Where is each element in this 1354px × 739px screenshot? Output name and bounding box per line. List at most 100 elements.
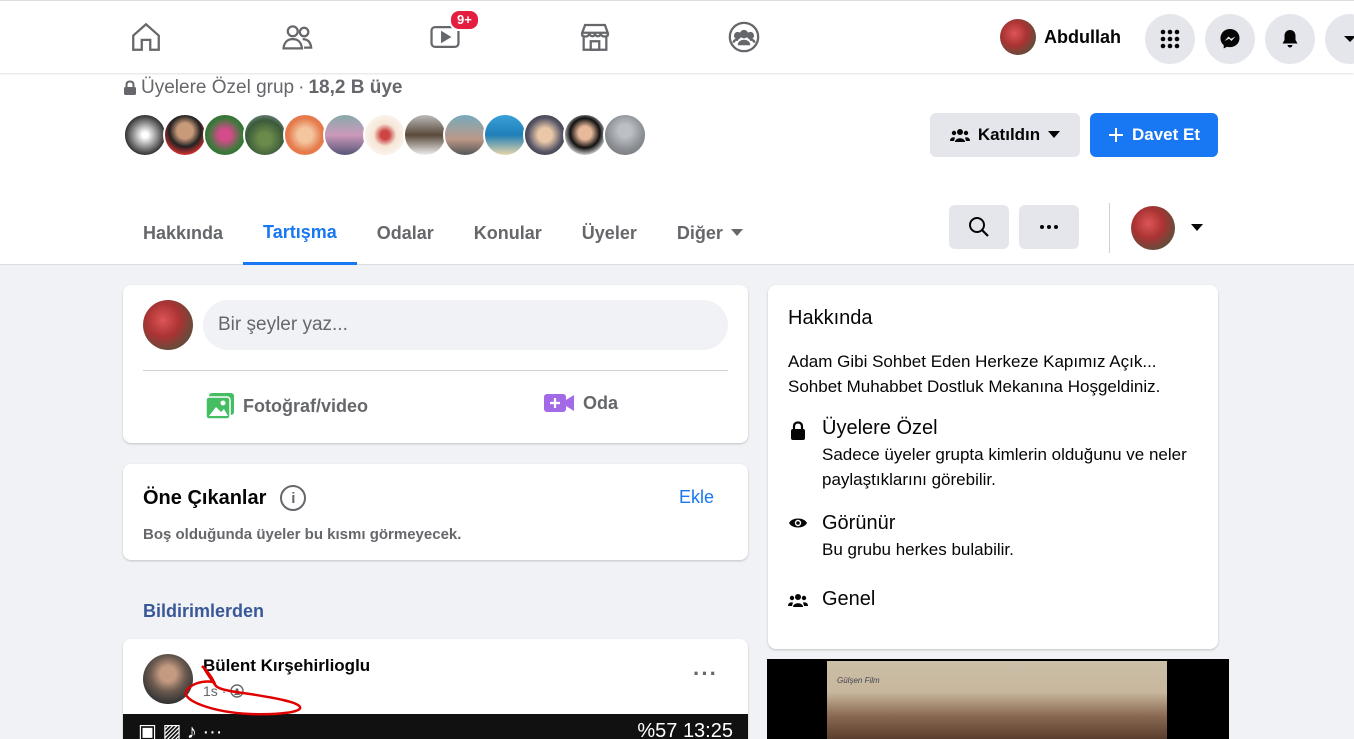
member-avatar[interactable] [483, 113, 527, 157]
video-frame: Gülşen Film [827, 661, 1167, 739]
member-avatar[interactable] [523, 113, 567, 157]
group-header: Üyelere Özel grup · 18,2 B üye Katıldın … [0, 73, 1354, 265]
tab-about[interactable]: Hakkında [123, 201, 243, 265]
watch-icon[interactable]: 9+ [427, 9, 480, 55]
about-item-desc: Sadece üyeler grupta kimlerin olduğunu v… [822, 445, 1187, 489]
tab-rooms[interactable]: Odalar [357, 201, 454, 265]
tab-more-label: Diğer [676, 223, 723, 243]
info-icon[interactable]: i [280, 485, 307, 511]
grid-menu-icon [1160, 29, 1180, 49]
tab-more[interactable]: Diğer [657, 201, 763, 265]
member-avatar[interactable] [163, 113, 207, 157]
lock-icon [791, 421, 805, 440]
video-logo: Gülşen Film [837, 676, 880, 685]
member-avatars[interactable] [123, 113, 647, 157]
member-avatar[interactable] [123, 113, 167, 157]
invite-label: Davet Et [1131, 125, 1201, 144]
bell-icon [1282, 30, 1298, 48]
feed-sort-label[interactable]: Bildirimlerden [143, 601, 264, 622]
member-avatar[interactable] [323, 113, 367, 157]
chevron-down-icon [1048, 131, 1061, 138]
joined-button[interactable]: Katıldın [930, 113, 1080, 157]
about-visible: Görünür Bu grubu herkes bulabilir. [788, 512, 1014, 562]
featured-title: Öne Çıkanlar [143, 486, 267, 509]
room-label: Oda [583, 392, 619, 413]
post-options-button[interactable]: ··· [693, 661, 718, 687]
home-icon[interactable] [128, 19, 164, 55]
search-icon [969, 217, 989, 237]
about-general: Genel [788, 588, 875, 611]
avatar [143, 300, 193, 350]
divider [1109, 203, 1110, 253]
video-preview[interactable]: Gülşen Film [767, 659, 1229, 739]
notifications-button[interactable] [1265, 14, 1315, 64]
member-count[interactable]: 18,2 B üye [308, 77, 402, 99]
profile-chip[interactable]: Abdullah [1000, 19, 1121, 55]
group-tabs: Hakkında Tartışma Odalar Konular Üyeler … [123, 201, 763, 265]
featured-subtitle: Boş olduğunda üyeler bu kısmı görmeyecek… [143, 526, 462, 543]
profile-name: Abdullah [1044, 26, 1121, 47]
photo-video-button[interactable]: Fotoğraf/video [205, 392, 368, 420]
menu-button[interactable] [1145, 14, 1195, 64]
post-composer: Bir şeyler yaz... Fotoğraf/video Oda [123, 285, 748, 443]
about-title: Hakkında [788, 307, 873, 329]
tab-discussion[interactable]: Tartışma [243, 201, 357, 265]
chevron-down-icon [1344, 36, 1354, 42]
marketplace-icon[interactable] [577, 19, 613, 55]
tab-members[interactable]: Üyeler [562, 201, 657, 265]
group-audience-icon [230, 684, 245, 698]
separator-dot: · [221, 683, 227, 699]
messenger-icon [1220, 29, 1240, 49]
member-avatar[interactable] [563, 113, 607, 157]
post-author[interactable]: Bülent Kırşehirlioglu [203, 656, 370, 676]
member-avatar[interactable] [363, 113, 407, 157]
about-item-title: Görünür [822, 512, 896, 534]
member-avatar[interactable] [443, 113, 487, 157]
post-as-selector[interactable] [1131, 206, 1203, 250]
joined-label: Katıldın [977, 125, 1041, 144]
photo-video-label: Fotoğraf/video [243, 395, 368, 416]
composer-input[interactable]: Bir şeyler yaz... [203, 300, 728, 350]
eye-icon [789, 518, 807, 528]
member-avatar[interactable] [203, 113, 247, 157]
video-camera-icon [544, 394, 574, 412]
account-dropdown-button[interactable] [1325, 14, 1354, 64]
invite-button[interactable]: Davet Et [1090, 113, 1218, 157]
about-private: Üyelere Özel Sadece üyeler grupta kimler… [788, 417, 1202, 492]
post-meta: 1s · [203, 683, 245, 699]
plus-icon [1108, 128, 1123, 142]
phone-status-icons: ▣ ▨ ♪ ··· [138, 721, 223, 739]
phone-status-bar: %57 13:25 [637, 720, 733, 739]
avatar [1131, 206, 1175, 250]
more-icon [1040, 225, 1058, 229]
room-button[interactable]: Oda [543, 392, 618, 414]
about-item-title: Üyelere Özel [822, 417, 938, 439]
group-privacy: Üyelere Özel grup [141, 77, 295, 98]
watch-badge: 9+ [449, 9, 480, 31]
post-time[interactable]: 1s [203, 683, 218, 699]
separator-dot: · [298, 77, 305, 98]
people-icon [949, 129, 970, 142]
chevron-down-icon [1191, 224, 1203, 231]
group-search-button[interactable] [949, 205, 1009, 249]
friends-icon[interactable] [279, 19, 315, 55]
group-more-button[interactable] [1019, 205, 1079, 249]
avatar [1000, 19, 1036, 55]
messenger-button[interactable] [1205, 14, 1255, 64]
featured-add-link[interactable]: Ekle [679, 487, 714, 508]
featured-title-row: Öne Çıkanlar i [143, 485, 307, 511]
tab-topics[interactable]: Konular [454, 201, 562, 265]
post-media[interactable]: ▣ ▨ ♪ ··· %57 13:25 [123, 714, 748, 739]
feed-post: Bülent Kırşehirlioglu 1s · ··· ▣ ▨ ♪ ···… [123, 639, 748, 739]
author-avatar[interactable] [143, 654, 193, 704]
about-item-title: Genel [822, 588, 876, 610]
member-avatar[interactable] [403, 113, 447, 157]
lock-icon [124, 80, 136, 95]
member-avatar[interactable] [283, 113, 327, 157]
member-avatar[interactable] [243, 113, 287, 157]
groups-icon[interactable] [726, 19, 762, 55]
people-icon [788, 594, 808, 607]
member-avatar[interactable] [603, 113, 647, 157]
about-description: Adam Gibi Sohbet Eden Herkeze Kapımız Aç… [788, 352, 1161, 396]
featured-card: Öne Çıkanlar i Ekle Boş olduğunda üyeler… [123, 464, 748, 560]
